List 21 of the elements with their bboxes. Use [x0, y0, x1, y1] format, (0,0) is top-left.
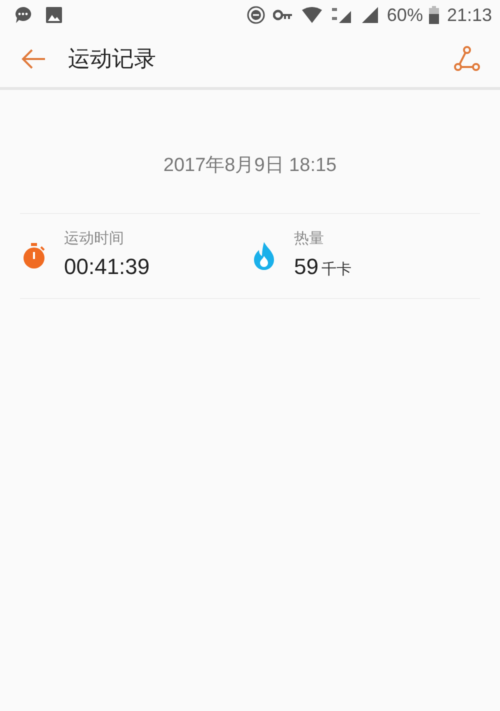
page-title: 运动记录 — [68, 45, 157, 73]
record-date: 2017年8月9日 18:15 — [162, 154, 338, 178]
stat-label: 运动时间 — [64, 228, 125, 249]
stat-unit: 千卡 — [321, 260, 352, 280]
message-icon — [14, 6, 32, 24]
stopwatch-icon — [21, 242, 47, 268]
share-icon[interactable] — [454, 46, 480, 72]
stat-label: 热量 — [294, 228, 325, 249]
key-icon — [272, 9, 293, 21]
stat-value: 00:41:39 — [64, 253, 150, 282]
flame-icon — [253, 242, 275, 270]
signal-icon — [360, 6, 379, 24]
battery-icon — [428, 6, 439, 24]
signal-icon — [330, 6, 353, 24]
image-icon — [46, 7, 62, 23]
wifi-icon — [300, 7, 323, 23]
stat-value: 59 — [294, 253, 318, 282]
back-icon[interactable] — [20, 48, 46, 70]
do-not-disturb-icon — [246, 6, 265, 24]
clock: 21:13 — [446, 4, 492, 26]
battery-level: 60% — [386, 4, 423, 26]
